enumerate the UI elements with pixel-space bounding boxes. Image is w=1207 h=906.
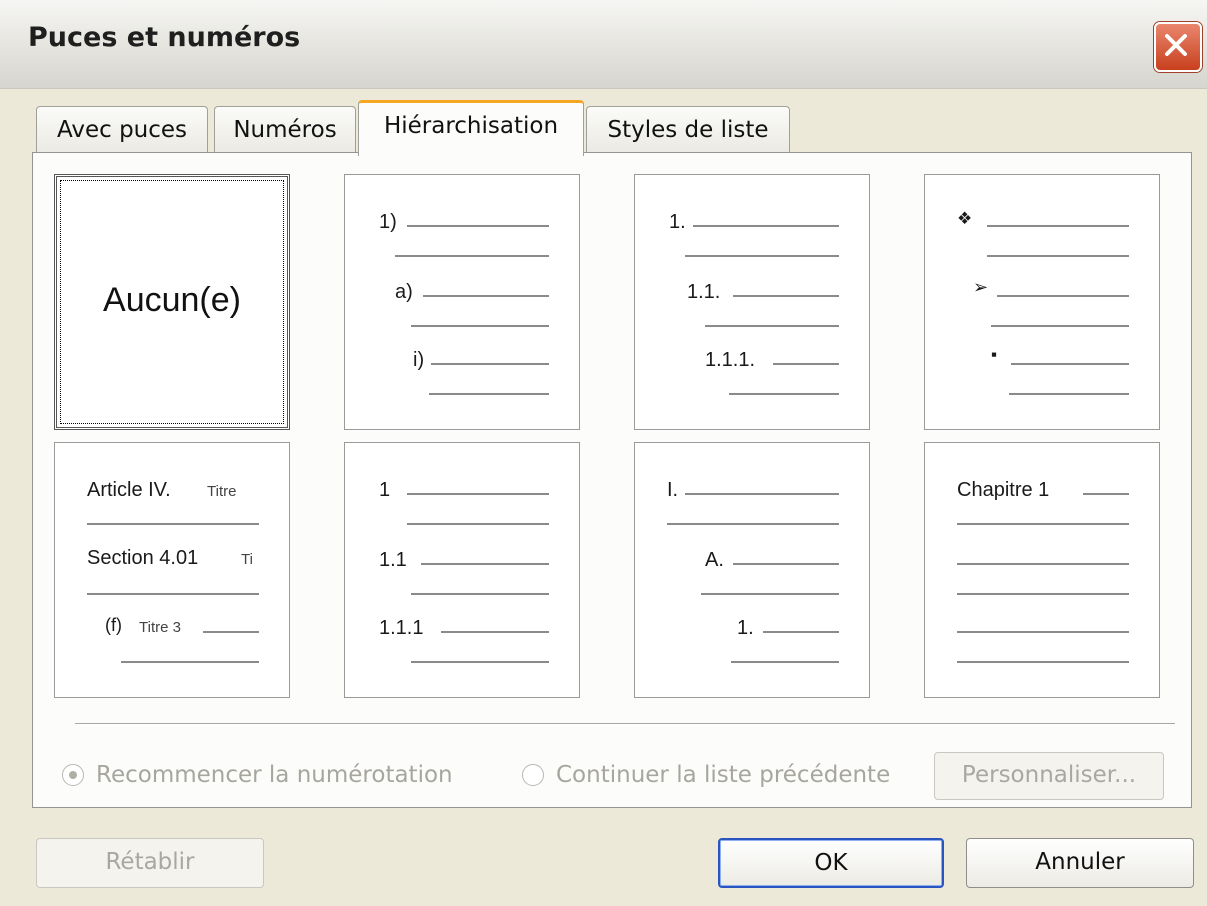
level-marker: Section 4.01 bbox=[87, 547, 199, 569]
level-line bbox=[121, 661, 259, 663]
restart-numbering-radio[interactable]: Recommencer la numérotation bbox=[62, 760, 482, 794]
continue-list-radio[interactable]: Continuer la liste précédente bbox=[522, 760, 912, 794]
level-marker: 1. bbox=[669, 211, 686, 233]
level-title: Titre 3 bbox=[139, 619, 181, 636]
reset-button[interactable]: Rétablir bbox=[36, 838, 264, 888]
level-line bbox=[991, 325, 1129, 327]
continue-list-label: Continuer la liste précédente bbox=[556, 762, 891, 788]
level-marker: (f) bbox=[105, 615, 122, 635]
tab-bullets[interactable]: Avec puces bbox=[36, 106, 208, 152]
level-line bbox=[87, 523, 259, 525]
bullet-diamond-icon: ❖ bbox=[957, 209, 973, 228]
level-line bbox=[773, 363, 839, 365]
level-line bbox=[423, 295, 549, 297]
level-line bbox=[957, 593, 1129, 595]
level-line bbox=[685, 255, 839, 257]
preset-none-label: Aucun(e) bbox=[103, 281, 241, 319]
level-line bbox=[407, 523, 549, 525]
level-line bbox=[431, 363, 549, 365]
level-line bbox=[1009, 393, 1129, 395]
level-marker: Article IV. bbox=[87, 479, 171, 501]
level-line bbox=[667, 523, 839, 525]
restart-numbering-label: Recommencer la numérotation bbox=[96, 762, 453, 788]
level-line bbox=[763, 631, 839, 633]
preset-decimal-nested[interactable]: 1. 1.1. 1.1.1. bbox=[634, 174, 870, 430]
preset-chapter[interactable]: Chapitre 1 bbox=[924, 442, 1160, 698]
level-marker: 1 bbox=[379, 479, 391, 501]
level-line bbox=[203, 631, 259, 633]
bullet-square-icon: ▪ bbox=[991, 345, 998, 364]
tab-label: Hiérarchisation bbox=[383, 113, 559, 139]
preset-numbered-paren[interactable]: 1) a) i) bbox=[344, 174, 580, 430]
level-line bbox=[411, 661, 549, 663]
separator bbox=[75, 723, 1175, 725]
level-line bbox=[957, 631, 1129, 633]
level-marker: A. bbox=[705, 549, 724, 571]
bullets-numbering-dialog: Puces et numéros Avec puces Numéros Hiér… bbox=[0, 0, 1207, 906]
preset-decimal-plain[interactable]: 1 1.1 1.1.1 bbox=[344, 442, 580, 698]
radio-circle bbox=[62, 764, 84, 786]
level-line bbox=[957, 661, 1129, 663]
level-marker: 1.1.1. bbox=[705, 349, 756, 371]
radio-circle bbox=[522, 764, 544, 786]
preset-symbol-bullets[interactable]: ❖ ➢ ▪ bbox=[924, 174, 1160, 430]
title-bar[interactable]: Puces et numéros bbox=[0, 0, 1207, 89]
level-line bbox=[997, 295, 1129, 297]
preset-legal[interactable]: Article IV. Titre Section 4.01 Ti (f) Ti… bbox=[54, 442, 290, 698]
level-marker: Chapitre 1 bbox=[957, 479, 1050, 501]
level-line bbox=[1011, 363, 1129, 365]
ok-button[interactable]: OK bbox=[718, 838, 944, 888]
level-line bbox=[705, 325, 839, 327]
level-marker: 1.1. bbox=[687, 281, 721, 303]
tab-outline[interactable]: Hiérarchisation bbox=[358, 100, 584, 156]
level-line bbox=[441, 631, 549, 633]
level-marker: 1) bbox=[379, 211, 397, 233]
level-line bbox=[731, 661, 839, 663]
radio-dot bbox=[69, 771, 77, 779]
level-line bbox=[957, 563, 1129, 565]
level-marker: 1.1 bbox=[379, 549, 407, 571]
level-line bbox=[1083, 493, 1129, 495]
level-marker: 1.1.1 bbox=[379, 617, 424, 639]
level-line bbox=[733, 295, 839, 297]
preset-roman-alpha[interactable]: I. A. 1. bbox=[634, 442, 870, 698]
tab-numbering[interactable]: Numéros bbox=[214, 106, 356, 152]
level-title: Ti bbox=[241, 551, 253, 568]
close-button[interactable] bbox=[1154, 22, 1202, 72]
level-line bbox=[411, 593, 549, 595]
preset-none[interactable]: Aucun(e) bbox=[54, 174, 290, 430]
level-line bbox=[693, 225, 839, 227]
level-line bbox=[407, 493, 549, 495]
level-line bbox=[87, 593, 259, 595]
bullet-arrow-icon: ➢ bbox=[973, 277, 989, 297]
tab-label: Styles de liste bbox=[607, 117, 769, 143]
level-line bbox=[729, 393, 839, 395]
level-title: Titre bbox=[207, 483, 237, 500]
level-line bbox=[733, 563, 839, 565]
level-line bbox=[987, 225, 1129, 227]
close-icon bbox=[1165, 34, 1187, 56]
window-title: Puces et numéros bbox=[28, 22, 301, 53]
tab-label: Avec puces bbox=[56, 117, 188, 143]
level-line bbox=[987, 255, 1129, 257]
customize-button[interactable]: Personnaliser... bbox=[934, 752, 1164, 800]
level-line bbox=[421, 563, 549, 565]
level-line bbox=[429, 393, 549, 395]
tab-list-styles[interactable]: Styles de liste bbox=[586, 106, 790, 152]
level-line bbox=[407, 225, 549, 227]
level-line bbox=[411, 325, 549, 327]
cancel-button[interactable]: Annuler bbox=[966, 838, 1194, 888]
level-marker: 1. bbox=[737, 617, 754, 639]
level-marker: a) bbox=[395, 281, 413, 303]
level-line bbox=[685, 493, 839, 495]
tab-label: Numéros bbox=[233, 117, 337, 143]
level-marker: i) bbox=[413, 349, 425, 371]
level-marker: I. bbox=[667, 479, 679, 501]
level-line bbox=[701, 593, 839, 595]
level-line bbox=[395, 255, 549, 257]
level-line bbox=[957, 523, 1129, 525]
